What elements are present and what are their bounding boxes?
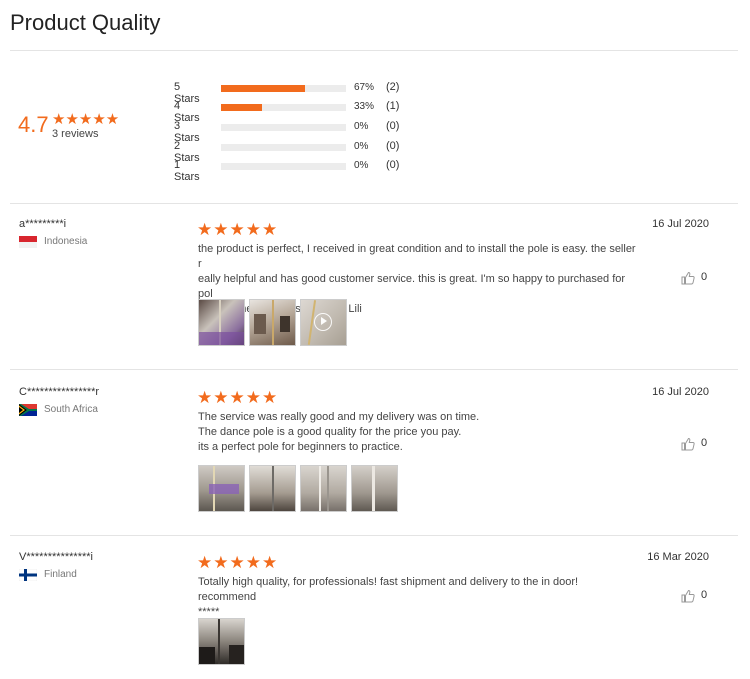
- pole-illustration: [254, 300, 290, 345]
- thumbs-up-icon: [681, 437, 695, 451]
- like-button[interactable]: 0: [681, 437, 709, 451]
- review-photo-thumbnail[interactable]: [351, 465, 398, 512]
- average-stars-icon: ★★★★★: [52, 111, 120, 128]
- distribution-percent: 33%: [354, 101, 375, 112]
- review-text-line: The service was really good and my deliv…: [198, 411, 480, 423]
- distribution-count: (0): [386, 159, 400, 171]
- distribution-percent: 0%: [354, 141, 369, 152]
- distribution-count: (0): [386, 140, 400, 152]
- like-button[interactable]: 0: [681, 589, 709, 603]
- review-stars-icon: ★★★★★: [197, 388, 279, 407]
- divider: [10, 203, 738, 204]
- south-africa-flag-icon: [19, 404, 37, 416]
- review-photo-thumbnail[interactable]: [249, 299, 296, 346]
- distribution-bar: [221, 104, 346, 111]
- divider: [10, 50, 738, 51]
- review-text: Totally high quality, for professionals!…: [198, 575, 638, 620]
- review-photo-thumbnail[interactable]: [198, 618, 245, 665]
- review-photo-thumbnail[interactable]: [198, 465, 245, 512]
- finland-flag-icon: [19, 569, 37, 581]
- average-rating: 4.7: [18, 112, 49, 137]
- review-date: 16 Jul 2020: [652, 218, 709, 230]
- review-photo-thumbnail[interactable]: [198, 299, 245, 346]
- play-icon: [314, 313, 332, 331]
- pole-illustration: [272, 466, 274, 511]
- distribution-bar: [221, 124, 346, 131]
- review-text-line: The dance pole is a good quality for the…: [198, 426, 462, 438]
- review-count: 3 reviews: [52, 128, 99, 140]
- reviewer-name: C****************r: [19, 386, 100, 398]
- indonesia-flag-icon: [19, 236, 37, 248]
- distribution-bar: [221, 144, 346, 151]
- country-name: Finland: [44, 569, 77, 580]
- distribution-count: (2): [386, 81, 400, 93]
- distribution-bar: [221, 163, 346, 170]
- pole-illustration: [199, 300, 244, 345]
- review-date: 16 Mar 2020: [647, 551, 709, 563]
- review-text-line: *****: [198, 606, 220, 618]
- review-photo-thumbnail[interactable]: [249, 465, 296, 512]
- review-text-line: its a perfect pole for beginners to prac…: [198, 441, 403, 453]
- divider: [10, 369, 738, 370]
- page-title: Product Quality: [10, 10, 161, 35]
- reviewer-name: a*********i: [19, 218, 67, 230]
- review-stars-icon: ★★★★★: [197, 220, 279, 239]
- like-count: 0: [701, 271, 708, 283]
- review-text-line: Totally high quality, for professionals!…: [198, 576, 579, 603]
- divider: [10, 535, 738, 536]
- country-name: South Africa: [44, 404, 98, 415]
- distribution-fill: [221, 104, 263, 111]
- distribution-percent: 67%: [354, 82, 375, 93]
- review-text: The service was really good and my deliv…: [198, 410, 638, 455]
- review-date: 16 Jul 2020: [652, 386, 709, 398]
- review-stars-icon: ★★★★★: [197, 553, 279, 572]
- distribution-percent: 0%: [354, 160, 369, 171]
- distribution-fill: [221, 85, 305, 92]
- country-name: Indonesia: [44, 236, 88, 247]
- review-video-thumbnail[interactable]: [300, 299, 347, 346]
- review-text-line: the product is perfect, I received in gr…: [198, 243, 636, 270]
- distribution-count: (0): [386, 120, 400, 132]
- pole-illustration: [319, 466, 329, 511]
- pole-illustration: [372, 466, 375, 511]
- distribution-count: (1): [386, 100, 400, 112]
- reviewer-name: V***************i: [19, 551, 93, 563]
- thumbs-up-icon: [681, 589, 695, 603]
- distribution-percent: 0%: [354, 121, 369, 132]
- like-count: 0: [701, 589, 708, 601]
- thumbs-up-icon: [681, 271, 695, 285]
- like-button[interactable]: 0: [681, 271, 709, 285]
- review-photo-thumbnail[interactable]: [300, 465, 347, 512]
- distribution-bar: [221, 85, 346, 92]
- pole-illustration: [199, 619, 244, 664]
- review-text-line: eally helpful and has good customer serv…: [198, 273, 626, 300]
- distribution-label: 1 Stars: [174, 159, 200, 183]
- like-count: 0: [701, 437, 708, 449]
- pole-illustration: [209, 466, 239, 511]
